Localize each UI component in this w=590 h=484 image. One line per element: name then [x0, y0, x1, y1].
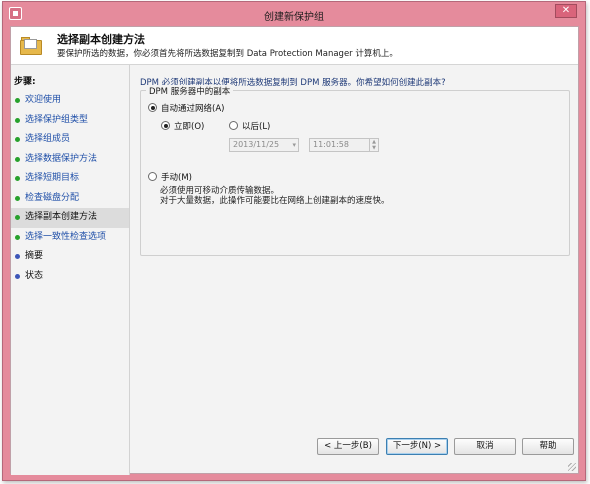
help-button[interactable]: 帮助 [522, 438, 574, 455]
now-label[interactable]: 立即(O) [174, 120, 204, 132]
title-bar: 创建新保护组 ✕ [3, 2, 585, 26]
step-protection-method[interactable]: 选择数据保护方法 [11, 150, 129, 170]
step-short-term-goals[interactable]: 选择短期目标 [11, 169, 129, 189]
chevron-down-icon: ▾ [292, 141, 296, 149]
next-button[interactable]: 下一步(N) > [386, 438, 448, 455]
manual-desc-line2: 对于大量数据，此操作可能要比在网络上创建副本的速度快。 [160, 196, 390, 206]
step-replica-method[interactable]: 选择副本创建方法 [11, 208, 129, 228]
step-disk-allocation[interactable]: 检查磁盘分配 [11, 189, 129, 209]
step-pending-icon [15, 254, 20, 259]
step-group-type[interactable]: 选择保护组类型 [11, 111, 129, 131]
step-pending-icon [15, 273, 20, 279]
steps-list: 欢迎使用 选择保护组类型 选择组成员 选择数据保护方法 选择短期目标 检查磁盘分… [11, 91, 129, 286]
wizard-client-area: 选择副本创建方法 要保护所选的数据，你必须首先将所选数据复制到 Data Pro… [10, 26, 580, 475]
resize-grip[interactable] [568, 463, 576, 471]
step-current-icon [15, 215, 20, 220]
steps-panel: 步骤: 欢迎使用 选择保护组类型 选择组成员 选择数据保护方法 选择短期目标 检… [11, 65, 130, 475]
window-title: 创建新保护组 [264, 12, 324, 23]
main-content: DPM 必须创建副本以便将所选数据复制到 DPM 服务器。你希望如何创建此副本?… [131, 65, 580, 475]
step-summary: 摘要 [11, 247, 129, 267]
step-status: 状态 [11, 267, 129, 287]
date-picker[interactable]: 2013/11/25 ▾ [229, 138, 299, 152]
later-radio[interactable] [229, 121, 238, 130]
folder-icon [20, 37, 42, 55]
step-done-icon [15, 117, 20, 123]
step-done-icon [15, 137, 20, 142]
page-description: 要保护所选的数据，你必须首先将所选数据复制到 Data Protection M… [57, 49, 398, 59]
step-consistency-check[interactable]: 选择一致性检查选项 [11, 228, 129, 248]
spin-down-icon[interactable]: ▼ [370, 145, 378, 151]
step-done-icon [15, 234, 20, 240]
time-value: 11:01:58 [313, 140, 349, 149]
manual-radio[interactable] [148, 172, 157, 181]
auto-network-radio[interactable] [148, 103, 157, 112]
step-members[interactable]: 选择组成员 [11, 130, 129, 150]
step-done-icon [15, 176, 20, 181]
manual-label[interactable]: 手动(M) [161, 171, 192, 183]
step-welcome[interactable]: 欢迎使用 [11, 91, 129, 111]
cancel-button[interactable]: 取消 [454, 438, 516, 455]
now-radio[interactable] [161, 121, 170, 130]
step-done-icon [15, 98, 20, 103]
groupbox-title: DPM 服务器中的副本 [146, 85, 234, 97]
back-button[interactable]: < 上一步(B) [317, 438, 379, 455]
page-title: 选择副本创建方法 [57, 33, 145, 46]
later-label[interactable]: 以后(L) [242, 120, 270, 132]
step-done-icon [15, 195, 20, 201]
step-done-icon [15, 156, 20, 162]
replica-groupbox: DPM 服务器中的副本 自动通过网络(A) 立即(O) 以后(L) 2013/1… [140, 85, 570, 256]
wizard-window: 创建新保护组 ✕ 选择副本创建方法 要保护所选的数据，你必须首先将所选数据复制到… [2, 1, 586, 481]
auto-network-label[interactable]: 自动通过网络(A) [161, 102, 224, 114]
steps-heading: 步骤: [14, 77, 36, 87]
wizard-header: 选择副本创建方法 要保护所选的数据，你必须首先将所选数据复制到 Data Pro… [11, 27, 578, 65]
manual-desc-line1: 必须使用可移动介质传输数据。 [160, 186, 280, 196]
time-picker[interactable]: 11:01:58 ▲ ▼ [309, 138, 379, 152]
close-button[interactable]: ✕ [555, 4, 577, 18]
time-spinner[interactable]: ▲ ▼ [369, 139, 378, 151]
date-value: 2013/11/25 [233, 140, 280, 149]
